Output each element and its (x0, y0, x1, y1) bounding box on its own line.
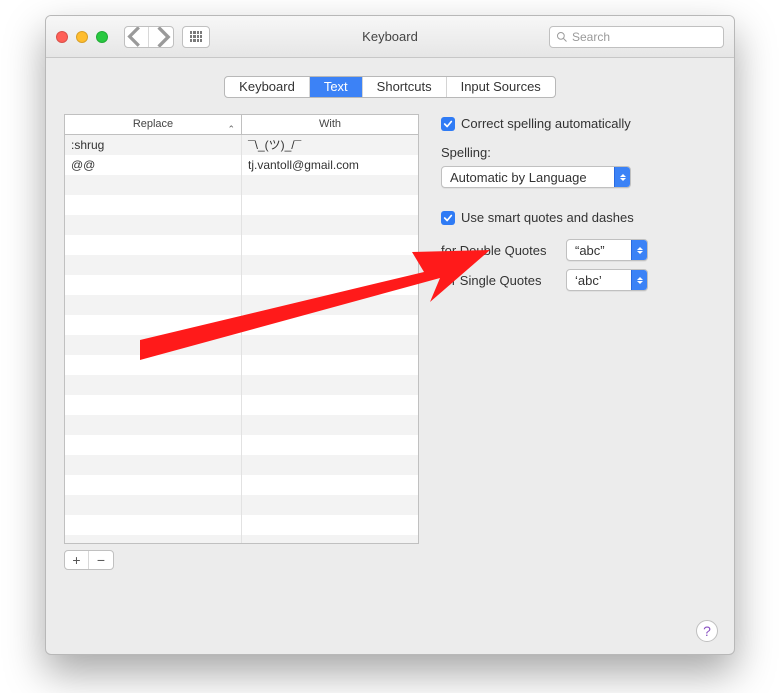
spelling-label: Spelling: (441, 145, 716, 160)
search-icon (556, 31, 568, 43)
tab-text[interactable]: Text (310, 77, 363, 97)
column-replace[interactable]: Replace ⌃ (65, 115, 242, 134)
table-row (65, 195, 418, 215)
dropdown-stepper-icon (631, 240, 647, 260)
search-placeholder: Search (572, 30, 610, 44)
content: KeyboardTextShortcutsInput Sources Repla… (46, 58, 734, 584)
smart-quotes-checkbox[interactable] (441, 211, 455, 225)
table-row (65, 335, 418, 355)
cell-with[interactable]: ¯\_(ツ)_/¯ (242, 135, 418, 155)
preferences-window: Keyboard Search KeyboardTextShortcutsInp… (45, 15, 735, 655)
correct-spelling-label: Correct spelling automatically (461, 116, 631, 131)
table-row (65, 535, 418, 543)
forward-button[interactable] (149, 27, 173, 47)
smart-quotes-row: Use smart quotes and dashes (441, 210, 716, 225)
single-quotes-dropdown[interactable]: ‘abc’ (566, 269, 648, 291)
correct-spelling-row: Correct spelling automatically (441, 116, 716, 131)
double-quotes-label: for Double Quotes (441, 243, 556, 258)
table-row (65, 415, 418, 435)
dropdown-stepper-icon (614, 167, 630, 187)
double-quotes-dropdown[interactable]: “abc” (566, 239, 648, 261)
add-button[interactable]: + (65, 551, 89, 569)
column-with[interactable]: With (242, 115, 418, 134)
spelling-dropdown[interactable]: Automatic by Language (441, 166, 631, 188)
tab-shortcuts[interactable]: Shortcuts (363, 77, 447, 97)
table-row (65, 315, 418, 335)
search-input[interactable]: Search (549, 26, 724, 48)
tab-input-sources[interactable]: Input Sources (447, 77, 555, 97)
table-row[interactable]: :shrug¯\_(ツ)_/¯ (65, 135, 418, 155)
single-quotes-value: ‘abc’ (575, 273, 602, 288)
dropdown-stepper-icon (631, 270, 647, 290)
cell-replace[interactable]: :shrug (65, 135, 242, 155)
correct-spelling-checkbox[interactable] (441, 117, 455, 131)
help-button[interactable]: ? (696, 620, 718, 642)
table-row (65, 495, 418, 515)
cell-replace[interactable]: @@ (65, 155, 242, 175)
smart-quotes-label: Use smart quotes and dashes (461, 210, 634, 225)
table-row (65, 475, 418, 495)
grid-icon (190, 31, 202, 43)
table-row (65, 395, 418, 415)
table-row (65, 275, 418, 295)
nav-back-forward (124, 26, 174, 48)
traffic-lights (56, 31, 108, 43)
tab-keyboard[interactable]: Keyboard (225, 77, 310, 97)
replacements-table: Replace ⌃ With :shrug¯\_(ツ)_/¯@@tj.vanto… (64, 114, 419, 544)
table-row (65, 435, 418, 455)
table-row[interactable]: @@tj.vantoll@gmail.com (65, 155, 418, 175)
minimize-window-button[interactable] (76, 31, 88, 43)
titlebar: Keyboard Search (46, 16, 734, 58)
remove-button[interactable]: − (89, 551, 113, 569)
cell-with[interactable]: tj.vantoll@gmail.com (242, 155, 418, 175)
single-quotes-label: for Single Quotes (441, 273, 556, 288)
double-quotes-value: “abc” (575, 243, 605, 258)
table-row (65, 295, 418, 315)
close-window-button[interactable] (56, 31, 68, 43)
spelling-value: Automatic by Language (450, 170, 587, 185)
tab-bar: KeyboardTextShortcutsInput Sources (64, 76, 716, 98)
table-row (65, 515, 418, 535)
table-row (65, 375, 418, 395)
table-row (65, 215, 418, 235)
zoom-window-button[interactable] (96, 31, 108, 43)
table-row (65, 355, 418, 375)
table-row (65, 455, 418, 475)
back-button[interactable] (125, 27, 149, 47)
show-all-button[interactable] (182, 26, 210, 48)
add-remove-control: + − (64, 550, 114, 570)
table-row (65, 235, 418, 255)
table-row (65, 255, 418, 275)
table-row (65, 175, 418, 195)
